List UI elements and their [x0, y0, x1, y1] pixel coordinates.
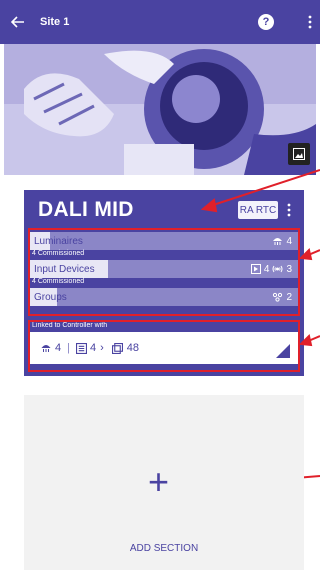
annotation-outline-summary: [28, 228, 300, 316]
add-section-card[interactable]: + ADD SECTION: [24, 395, 304, 570]
page-title: Site 1: [40, 16, 70, 28]
app-bar: Site 1 ?: [0, 0, 320, 44]
controller-card-header: DALI MID RA RTC: [24, 190, 304, 230]
more-vertical-icon: [308, 15, 312, 29]
astronaut-image: [4, 44, 316, 175]
change-image-button[interactable]: [288, 143, 310, 165]
back-button[interactable]: [0, 0, 36, 44]
controller-name: DALI MID: [38, 198, 134, 221]
add-icon: +: [148, 461, 170, 502]
overflow-menu-button[interactable]: [300, 0, 320, 44]
rtc-button[interactable]: RA RTC: [238, 201, 278, 219]
card-menu-button[interactable]: [282, 198, 296, 222]
site-hero-image: [4, 44, 316, 175]
annotation-outline-linked: [28, 320, 300, 372]
help-button[interactable]: ?: [258, 14, 274, 30]
back-arrow-icon: [11, 16, 24, 28]
add-section-label: ADD SECTION: [129, 543, 199, 554]
image-icon: [293, 148, 305, 160]
more-vertical-icon: [287, 203, 291, 217]
